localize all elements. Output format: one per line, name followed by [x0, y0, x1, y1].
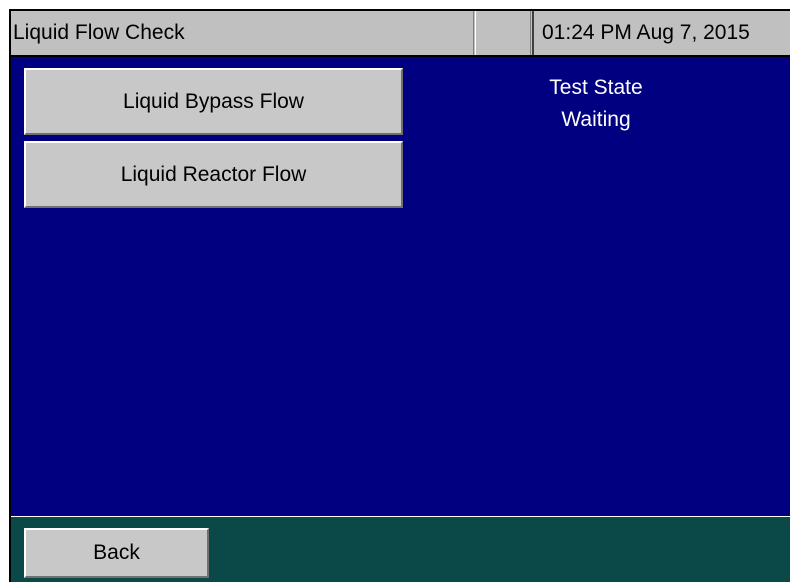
liquid-bypass-flow-button[interactable]: Liquid Bypass Flow: [24, 68, 403, 135]
screen-title: Liquid Flow Check: [11, 11, 474, 55]
title-bar: Liquid Flow Check 01:24 PM Aug 7, 2015: [11, 11, 790, 57]
title-blank-cell: [475, 11, 531, 55]
footer-bar: Back: [11, 516, 790, 582]
test-state-panel: Test State Waiting: [511, 72, 681, 136]
test-state-value: Waiting: [561, 108, 631, 131]
liquid-reactor-flow-button[interactable]: Liquid Reactor Flow: [24, 141, 403, 208]
test-state-label: Test State: [549, 76, 643, 99]
app-window: Liquid Flow Check 01:24 PM Aug 7, 2015 L…: [9, 9, 790, 582]
back-button[interactable]: Back: [24, 528, 209, 578]
date-time-display: 01:24 PM Aug 7, 2015: [532, 11, 790, 55]
